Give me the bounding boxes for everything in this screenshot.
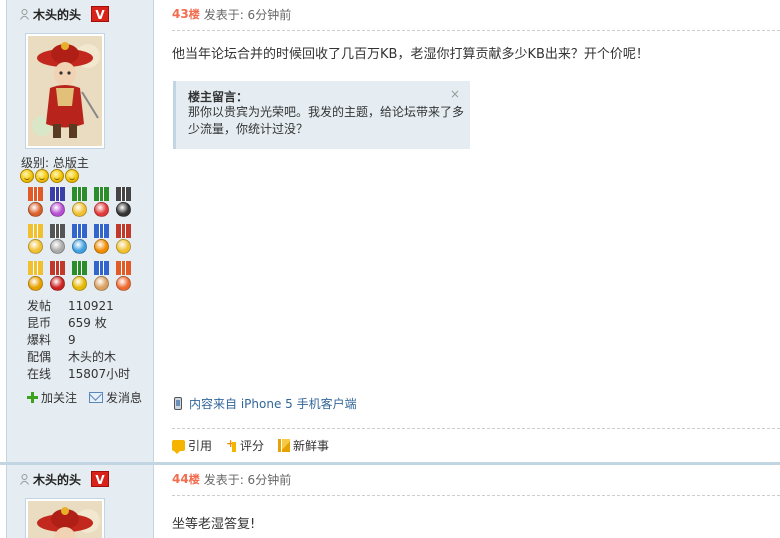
stat-spouse: 配偶 木头的木	[27, 349, 130, 366]
footer-divider	[172, 428, 780, 429]
medal-icon[interactable]	[113, 261, 134, 295]
smiley-star-icon	[50, 169, 64, 183]
medal-icon[interactable]	[91, 261, 112, 295]
vip-badge: V	[91, 6, 110, 22]
medal-grid	[25, 187, 137, 295]
user-online-icon	[20, 8, 29, 20]
client-source-label: 内容来自 iPhone 5 手机客户端	[189, 397, 357, 411]
medal-icon[interactable]	[113, 224, 134, 258]
envelope-icon	[89, 392, 104, 403]
medal-icon[interactable]	[47, 261, 68, 295]
stat-leaks: 爆料 9	[27, 332, 130, 349]
avatar[interactable]	[25, 33, 105, 149]
floor-number[interactable]: 43楼	[172, 6, 200, 22]
phone-icon	[174, 397, 182, 410]
medal-icon[interactable]	[47, 224, 68, 258]
post-43: 木头的头 V 级别: 总版主 发帖 110921 昆币 659 枚 爆料 9 配…	[0, 0, 780, 463]
medal-icon[interactable]	[25, 224, 46, 258]
smiley-star-icon	[20, 169, 34, 183]
header-divider	[172, 30, 780, 31]
stat-label: 爆料	[27, 333, 52, 347]
post-message: 他当年论坛合并的时候回收了几百万KB，老湿你打算贡献多少KB出来？开个价呢！	[172, 47, 649, 62]
medal-icon[interactable]	[91, 224, 112, 258]
author-comment-body: 那你以贵宾为光荣吧。我发的主题，给论坛带来了多少流量，你统计过没？	[188, 105, 465, 136]
stat-value: 659 枚	[68, 316, 107, 330]
medal-icon[interactable]	[47, 187, 68, 221]
floor-suffix: 楼	[188, 8, 200, 21]
quote-icon	[172, 440, 185, 454]
avatar-image	[28, 36, 102, 146]
follow-button[interactable]: 加关注	[27, 389, 77, 406]
medal-icon[interactable]	[91, 187, 112, 221]
stat-label: 配偶	[27, 350, 52, 364]
post-header: 43楼 发表于: 6分钟前	[172, 6, 291, 22]
avatar[interactable]	[25, 498, 105, 538]
quote-button[interactable]: 引用	[172, 437, 212, 454]
post-content: 43楼 发表于: 6分钟前 他当年论坛合并的时候回收了几百万KB，老湿你打算贡献…	[155, 0, 780, 463]
user-sidebar: 木头的头 V	[6, 465, 154, 538]
vip-badge: V	[91, 471, 110, 487]
follow-label: 加关注	[41, 391, 78, 405]
medal-icon[interactable]	[69, 261, 90, 295]
quote-label: 引用	[188, 439, 213, 453]
stat-posts: 发帖 110921	[27, 298, 130, 315]
stat-value: 15807小时	[68, 367, 131, 381]
stat-value: 9	[68, 333, 76, 347]
client-source[interactable]: 内容来自 iPhone 5 手机客户端	[174, 395, 357, 412]
username[interactable]: 木头的头	[33, 471, 81, 488]
post-time: 发表于: 6分钟前	[203, 7, 292, 22]
stat-value[interactable]: 110921	[68, 298, 114, 315]
smiley-star-icon	[35, 169, 49, 183]
post-message: 坐等老湿答复!	[172, 517, 256, 532]
user-actions: 加关注 发消息	[27, 389, 142, 406]
plus-icon	[27, 392, 38, 403]
post-header: 44楼 发表于: 6分钟前	[172, 471, 291, 487]
medal-icon[interactable]	[113, 187, 134, 221]
stat-label: 昆币	[27, 316, 52, 330]
post-44: 木头的头 V 44楼 发表于: 6分钟前 坐等老湿答复!	[0, 465, 780, 538]
stat-label: 在线	[27, 367, 52, 381]
stat-coins: 昆币 659 枚	[27, 315, 130, 332]
post-actions: 引用 评分 新鲜事	[172, 437, 329, 454]
floor-value: 44	[172, 472, 189, 486]
send-message-button[interactable]: 发消息	[89, 389, 142, 406]
post-content: 44楼 发表于: 6分钟前 坐等老湿答复!	[155, 465, 780, 538]
rate-button[interactable]: 评分	[226, 437, 264, 454]
header-divider	[172, 495, 780, 496]
message-label: 发消息	[106, 391, 143, 405]
news-icon	[278, 439, 291, 452]
news-label: 新鲜事	[293, 439, 330, 453]
news-button[interactable]: 新鲜事	[278, 437, 329, 454]
rate-label: 评分	[240, 439, 265, 453]
username-row: 木头的头 V	[20, 471, 110, 488]
stat-label: 发帖	[27, 299, 52, 313]
author-comment-title: 楼主留言：	[188, 90, 249, 104]
smiley-star-icon	[65, 169, 79, 183]
stat-value[interactable]: 木头的木	[68, 349, 116, 366]
post-time: 发表于: 6分钟前	[203, 472, 292, 487]
author-comment-box: 楼主留言： 那你以贵宾为光荣吧。我发的主题，给论坛带来了多少流量，你统计过没？ …	[173, 81, 470, 149]
user-sidebar: 木头的头 V 级别: 总版主 发帖 110921 昆币 659 枚 爆料 9 配…	[6, 0, 154, 463]
user-online-icon	[20, 473, 29, 485]
user-stats: 发帖 110921 昆币 659 枚 爆料 9 配偶 木头的木 在线 15807…	[27, 298, 130, 383]
floor-value: 43	[172, 7, 189, 21]
close-icon[interactable]: ×	[450, 87, 460, 101]
medal-icon[interactable]	[69, 224, 90, 258]
avatar-image	[28, 501, 102, 538]
medal-icon[interactable]	[25, 261, 46, 295]
medal-icon[interactable]	[25, 187, 46, 221]
medal-icon[interactable]	[69, 187, 90, 221]
floor-number[interactable]: 44楼	[172, 471, 200, 487]
username-row: 木头的头 V	[20, 6, 110, 23]
stat-online: 在线 15807小时	[27, 366, 130, 383]
username[interactable]: 木头的头	[33, 6, 81, 23]
floor-suffix: 楼	[188, 473, 200, 486]
rank-stars	[20, 169, 79, 183]
rate-icon	[226, 437, 237, 452]
